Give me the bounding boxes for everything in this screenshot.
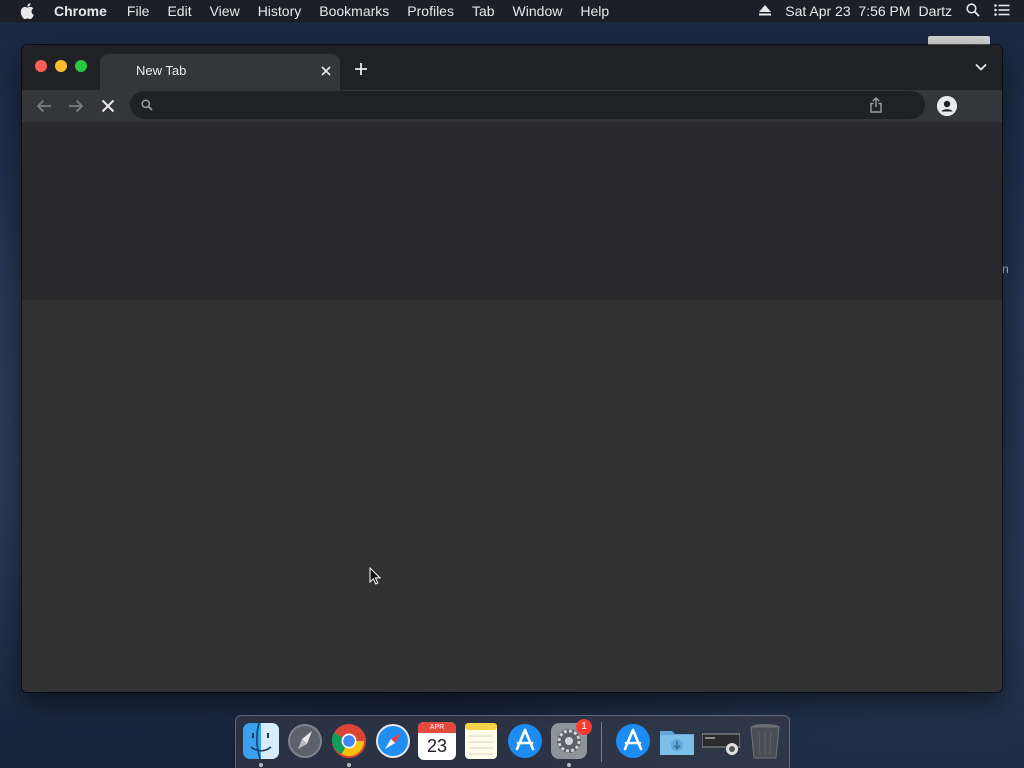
menu-help[interactable]: Help [580, 3, 609, 19]
menu-file[interactable]: File [127, 3, 150, 19]
chevron-down-icon[interactable] [974, 62, 988, 72]
spotlight-search-icon[interactable] [966, 2, 980, 20]
dock-notes-icon[interactable] [462, 722, 500, 760]
menu-edit[interactable]: Edit [167, 3, 191, 19]
eject-icon[interactable] [759, 3, 772, 19]
menu-history[interactable]: History [258, 3, 302, 19]
mouse-pointer-icon [369, 567, 381, 585]
tab-new-tab[interactable]: New Tab [100, 54, 340, 90]
dock: APR 23 1 [235, 715, 790, 768]
dock-trash-icon[interactable] [746, 722, 784, 760]
menu-app-name[interactable]: Chrome [54, 3, 107, 19]
dock-finder-icon[interactable] [242, 722, 280, 760]
dock-launchpad-icon[interactable] [286, 722, 324, 760]
address-input[interactable] [162, 95, 856, 117]
window-close-button[interactable] [35, 60, 47, 72]
menu-bar: Chrome File Edit View History Bookmarks … [0, 0, 1024, 22]
back-arrow-icon[interactable] [35, 97, 53, 115]
search-icon [141, 99, 153, 111]
tab-title: New Tab [136, 63, 187, 78]
desktop-item-label: n [1002, 262, 1009, 276]
dock-chrome-icon[interactable] [330, 722, 368, 760]
window-zoom-button[interactable] [75, 60, 87, 72]
menu-bar-status-area: Sat Apr 23 7:56 PM Dartz [759, 0, 1024, 22]
dock-downloads-folder-icon[interactable] [658, 722, 696, 760]
menu-tab[interactable]: Tab [472, 3, 495, 19]
menu-profiles[interactable]: Profiles [407, 3, 454, 19]
window-minimize-button[interactable] [55, 60, 67, 72]
page-content-header-area [22, 123, 1002, 300]
calendar-day: 23 [426, 736, 448, 756]
tab-strip: New Tab [22, 45, 1002, 90]
dock-separator [601, 722, 602, 762]
menu-bar-user[interactable]: Dartz [919, 3, 952, 19]
running-indicator [259, 763, 263, 767]
menu-bar-clock[interactable]: Sat Apr 23 7:56 PM [785, 3, 910, 19]
notification-center-icon[interactable] [994, 3, 1010, 19]
menu-bookmarks[interactable]: Bookmarks [319, 3, 389, 19]
address-bar[interactable] [130, 91, 925, 119]
dock-app-store-icon[interactable] [506, 722, 544, 760]
notification-badge: 1 [576, 719, 592, 735]
dock-applications-folder-icon[interactable] [614, 722, 652, 760]
running-indicator [347, 763, 351, 767]
share-icon[interactable] [869, 97, 883, 113]
dock-calendar-icon[interactable]: APR 23 [418, 722, 456, 760]
chrome-window: New Tab [22, 45, 1002, 692]
dock-recent-file-icon[interactable] [701, 722, 741, 760]
dock-safari-icon[interactable] [374, 722, 412, 760]
forward-arrow-icon[interactable] [67, 97, 85, 115]
browser-toolbar [22, 90, 1002, 122]
calendar-month: APR [418, 722, 456, 733]
running-indicator [567, 763, 571, 767]
apple-menu-icon[interactable] [20, 3, 34, 19]
new-tab-icon[interactable] [352, 60, 370, 78]
stop-loading-icon[interactable] [99, 97, 117, 115]
profile-avatar-icon[interactable] [937, 96, 957, 116]
tab-close-icon[interactable] [318, 63, 334, 79]
menu-view[interactable]: View [210, 3, 240, 19]
menu-window[interactable]: Window [513, 3, 563, 19]
page-content-area[interactable] [22, 300, 1002, 692]
